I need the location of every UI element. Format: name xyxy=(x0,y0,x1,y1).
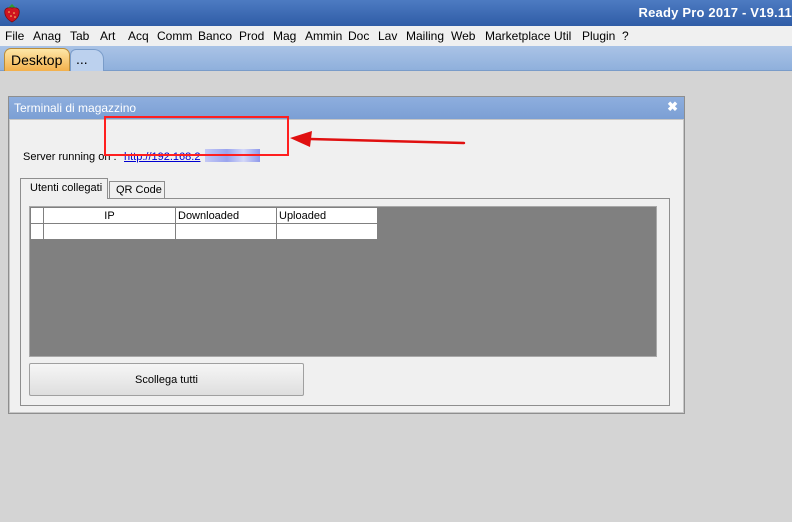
cell-downloaded[interactable] xyxy=(175,223,277,240)
menu-banco[interactable]: Banco xyxy=(198,29,232,43)
menu-file[interactable]: File xyxy=(5,29,24,43)
users-grid[interactable]: IP Downloaded Uploaded xyxy=(29,206,657,357)
menu-util[interactable]: Util xyxy=(554,29,571,43)
app-title: Ready Pro 2017 - V19.11 xyxy=(638,5,792,20)
menu-marketplace[interactable]: Marketplace xyxy=(485,29,550,43)
column-uploaded[interactable]: Uploaded xyxy=(276,207,378,224)
annotation-arrow xyxy=(290,131,466,147)
menu-prod[interactable]: Prod xyxy=(239,29,264,43)
menu-help[interactable]: ? xyxy=(622,29,629,43)
menu-lav[interactable]: Lav xyxy=(378,29,397,43)
menu-acq[interactable]: Acq xyxy=(128,29,149,43)
row-indicator xyxy=(30,223,44,240)
table-row[interactable] xyxy=(30,223,378,240)
menu-comm[interactable]: Comm xyxy=(157,29,192,43)
dialog-body: Server running on : http://192.168.2 Ute… xyxy=(9,119,684,413)
menu-doc[interactable]: Doc xyxy=(348,29,369,43)
annotation-highlight-box xyxy=(104,116,289,156)
menu-anag[interactable]: Anag xyxy=(33,29,61,43)
tab-utenti-collegati-label: Utenti collegati xyxy=(30,182,103,194)
dialog-title: Terminali di magazzino xyxy=(14,101,137,115)
row-indicator-header xyxy=(30,207,44,224)
cell-ip[interactable] xyxy=(43,223,176,240)
users-table: IP Downloaded Uploaded xyxy=(30,207,378,240)
menu-mag[interactable]: Mag xyxy=(273,29,296,43)
column-ip[interactable]: IP xyxy=(43,207,176,224)
menu-web[interactable]: Web xyxy=(451,29,475,43)
tab-desktop-label: Desktop xyxy=(11,52,63,68)
menu-mailing[interactable]: Mailing xyxy=(406,29,444,43)
cell-uploaded[interactable] xyxy=(276,223,378,240)
server-label: Server running on : xyxy=(23,151,117,163)
table-header-row: IP Downloaded Uploaded xyxy=(30,207,378,224)
tab-more-label: ... xyxy=(76,51,88,67)
app-title-bar: Ready Pro 2017 - V19.11 xyxy=(0,0,792,26)
menu-plugin[interactable]: Plugin xyxy=(582,29,615,43)
desktop-tab-strip: Desktop ... xyxy=(0,46,792,71)
menu-ammin[interactable]: Ammin xyxy=(305,29,342,43)
menu-art[interactable]: Art xyxy=(100,29,115,43)
tab-desktop[interactable]: Desktop xyxy=(4,48,70,71)
column-downloaded[interactable]: Downloaded xyxy=(175,207,277,224)
tab-qr-code[interactable]: QR Code xyxy=(109,181,165,199)
disconnect-all-button[interactable]: Scollega tutti xyxy=(29,363,304,396)
menu-tab[interactable]: Tab xyxy=(70,29,89,43)
strawberry-icon[interactable] xyxy=(3,3,21,23)
menu-bar: File Anag Tab Art Acq Comm Banco Prod Ma… xyxy=(0,26,792,46)
tab-more[interactable]: ... xyxy=(70,49,104,71)
tab-qr-code-label: QR Code xyxy=(116,184,162,196)
tab-utenti-collegati[interactable]: Utenti collegati xyxy=(20,178,108,199)
close-icon[interactable]: ✖ xyxy=(667,99,678,115)
